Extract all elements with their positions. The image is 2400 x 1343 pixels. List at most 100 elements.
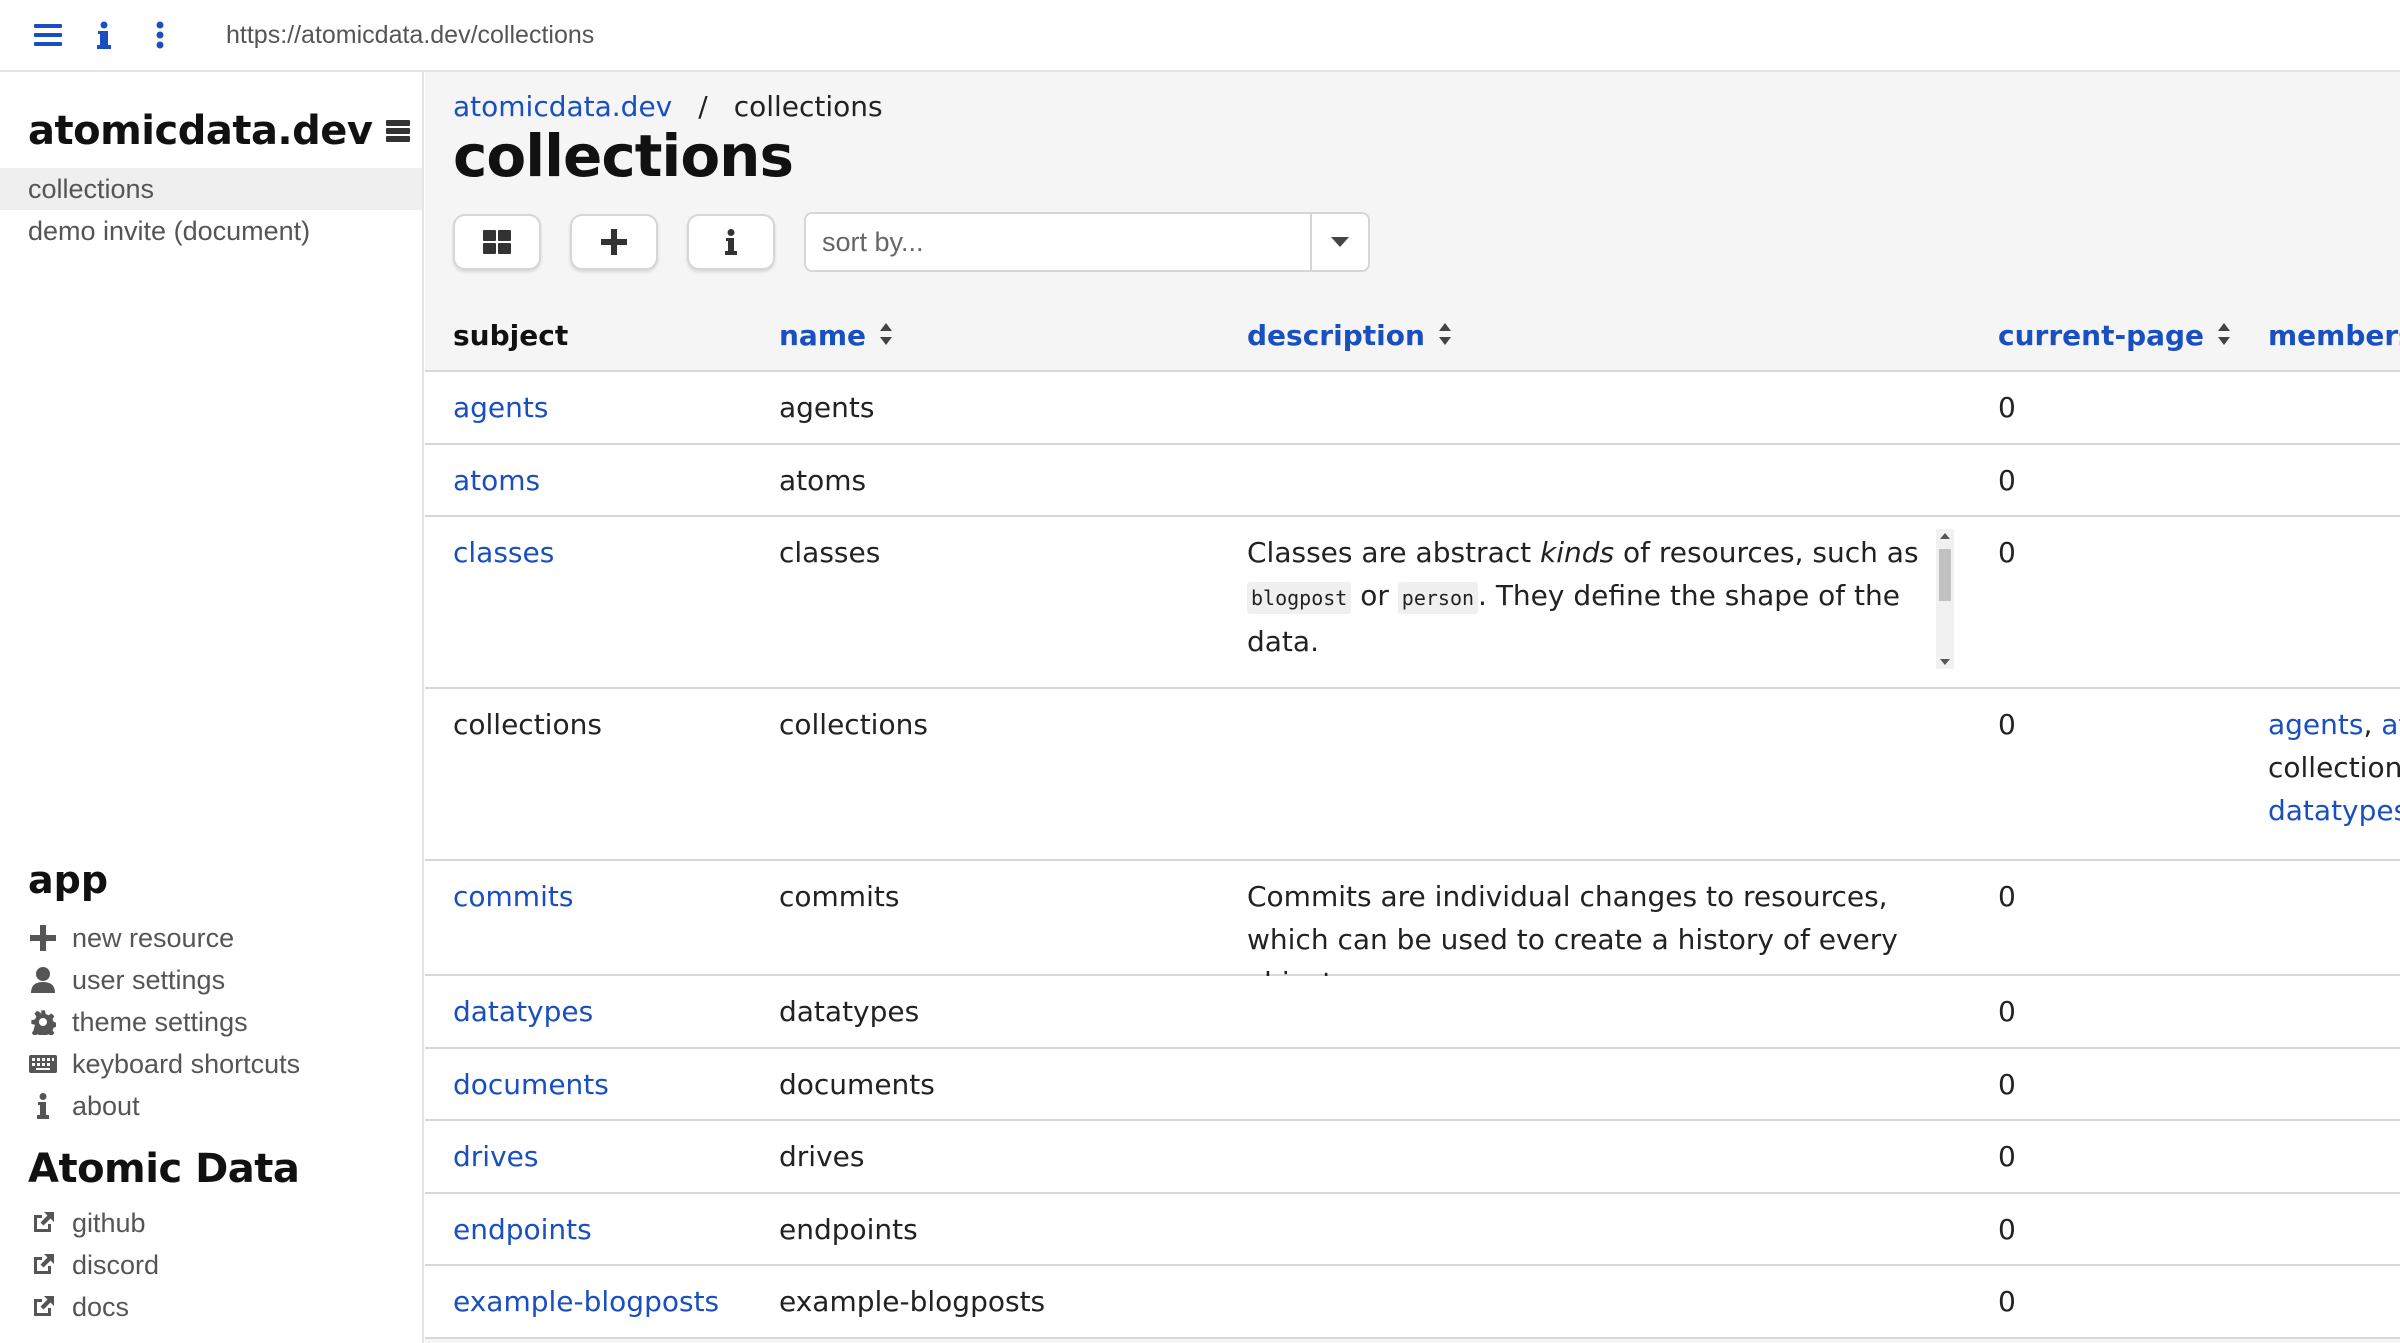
subject-link[interactable]: datatypes — [453, 976, 593, 1033]
subject-link[interactable]: commits — [453, 861, 573, 918]
user-settings-link[interactable]: user settings — [28, 960, 225, 1000]
breadcrumb-parent[interactable]: atomicdata.dev — [453, 90, 672, 123]
current-page-cell: 0 — [1998, 689, 2016, 746]
subject-link[interactable]: agents — [453, 372, 548, 429]
current-page-cell: 0 — [1998, 1194, 2016, 1251]
sort-icon — [880, 323, 892, 345]
info-button[interactable] — [687, 214, 775, 270]
keyboard-icon — [29, 1055, 57, 1073]
more-button[interactable] — [132, 0, 188, 71]
address-bar[interactable]: https://atomicdata.dev/collections — [226, 21, 594, 50]
github-link[interactable]: github — [28, 1203, 146, 1243]
table-row[interactable]: documents documents 0 — [425, 1049, 2400, 1121]
members-cell: agents, at collections datatypes — [2268, 689, 2400, 832]
sort-select[interactable] — [804, 212, 1370, 272]
column-label: members — [2268, 319, 2400, 352]
docs-link[interactable]: docs — [28, 1287, 129, 1327]
drive-title[interactable]: atomicdata.dev — [28, 108, 410, 154]
member-link[interactable]: agents — [2268, 708, 2363, 741]
member-link[interactable]: datatypes — [2268, 794, 2400, 827]
column-label: current-page — [1998, 319, 2204, 352]
inline-code: person — [1398, 582, 1478, 614]
new-resource-link[interactable]: new resource — [28, 918, 234, 958]
app-item-label: docs — [72, 1292, 129, 1323]
subject-link[interactable]: documents — [453, 1049, 609, 1106]
sidebar-item-label: demo invite (document) — [28, 216, 310, 247]
collection-toolbar — [453, 212, 1370, 272]
about-link[interactable]: about — [28, 1086, 140, 1126]
scroll-thumb[interactable] — [1939, 549, 1951, 601]
table-row[interactable]: collections collections 0 agents, at col… — [425, 689, 2400, 861]
column-label: subject — [453, 319, 568, 352]
menu-icon — [34, 23, 62, 47]
current-page-cell: 0 — [1998, 861, 2016, 918]
atomic-data-logo: Atomic Data — [28, 1146, 299, 1192]
column-header-current-page[interactable]: current-page — [1998, 300, 2230, 370]
sort-dropdown-toggle[interactable] — [1310, 214, 1368, 270]
drive-title-text: atomicdata.dev — [28, 108, 372, 154]
grid-view-button[interactable] — [453, 214, 541, 270]
app-item-label: user settings — [72, 965, 225, 996]
current-page-cell: 0 — [1998, 372, 2016, 429]
add-resource-button[interactable] — [570, 214, 658, 270]
scroll-up-arrow[interactable] — [1940, 533, 1950, 539]
name-cell: example-blogposts — [779, 1266, 1045, 1323]
current-page-cell: 0 — [1998, 1049, 2016, 1106]
column-label: description — [1247, 319, 1425, 352]
description-emphasis: kinds — [1540, 536, 1614, 569]
subject-link[interactable]: classes — [453, 517, 554, 574]
sort-input[interactable] — [806, 214, 1310, 270]
sidebar-item-collections[interactable]: collections — [0, 168, 422, 210]
table-row[interactable]: datatypes datatypes 0 — [425, 976, 2400, 1049]
info-icon — [97, 21, 111, 49]
app-item-label: theme settings — [72, 1007, 248, 1038]
discord-link[interactable]: discord — [28, 1245, 159, 1285]
table-row[interactable]: agents agents 0 — [425, 372, 2400, 445]
info-button[interactable] — [76, 0, 132, 71]
external-link-icon — [30, 1294, 56, 1320]
name-cell: classes — [779, 517, 880, 574]
subject-link[interactable]: endpoints — [453, 1194, 592, 1251]
table-row[interactable]: endpoints endpoints 0 — [425, 1194, 2400, 1266]
scroll-down-arrow[interactable] — [1940, 659, 1950, 665]
name-cell: atoms — [779, 445, 866, 502]
table-row[interactable]: classes classes Classes are abstract kin… — [425, 517, 2400, 689]
column-header-members[interactable]: members — [2268, 300, 2400, 370]
subject-cell: collections — [453, 689, 602, 746]
collection-table: subject name description current-page me… — [425, 300, 2400, 1339]
table-header: subject name description current-page me… — [425, 300, 2400, 372]
top-bar: https://atomicdata.dev/collections — [0, 0, 2400, 72]
table-row[interactable]: drives drives 0 — [425, 1121, 2400, 1194]
chevron-down-icon — [1331, 237, 1349, 247]
description-scrollbar[interactable] — [1936, 529, 1954, 669]
description-text: or — [1351, 579, 1397, 612]
gear-icon — [30, 1009, 56, 1035]
app-item-label: keyboard shortcuts — [72, 1049, 300, 1080]
sidebar-item-demo-invite[interactable]: demo invite (document) — [0, 210, 422, 252]
breadcrumb-current: collections — [734, 90, 883, 123]
subject-link[interactable]: atoms — [453, 445, 540, 502]
table-row[interactable]: atoms atoms 0 — [425, 445, 2400, 517]
theme-settings-link[interactable]: theme settings — [28, 1002, 248, 1042]
column-header-name[interactable]: name — [779, 300, 892, 370]
app-item-label: new resource — [72, 923, 234, 954]
name-cell: collections — [779, 689, 928, 746]
name-cell: commits — [779, 861, 899, 918]
plus-icon — [601, 229, 627, 255]
column-header-description[interactable]: description — [1247, 300, 1451, 370]
inline-code: blogpost — [1247, 582, 1351, 614]
subject-link[interactable]: example-blogposts — [453, 1266, 719, 1323]
external-link-icon — [30, 1210, 56, 1236]
current-page-cell: 0 — [1998, 1266, 2016, 1323]
breadcrumb-separator: / — [698, 90, 707, 123]
server-icon — [386, 120, 410, 142]
current-page-cell: 0 — [1998, 517, 2016, 574]
table-row[interactable]: example-blogposts example-blogposts 0 — [425, 1266, 2400, 1339]
name-cell: datatypes — [779, 976, 919, 1033]
app-section-heading: app — [28, 858, 108, 902]
menu-button[interactable] — [20, 0, 76, 71]
subject-link[interactable]: drives — [453, 1121, 538, 1178]
keyboard-shortcuts-link[interactable]: keyboard shortcuts — [28, 1044, 300, 1084]
member-link[interactable]: at — [2381, 708, 2400, 741]
table-row[interactable]: commits commits Commits are individual c… — [425, 861, 2400, 976]
